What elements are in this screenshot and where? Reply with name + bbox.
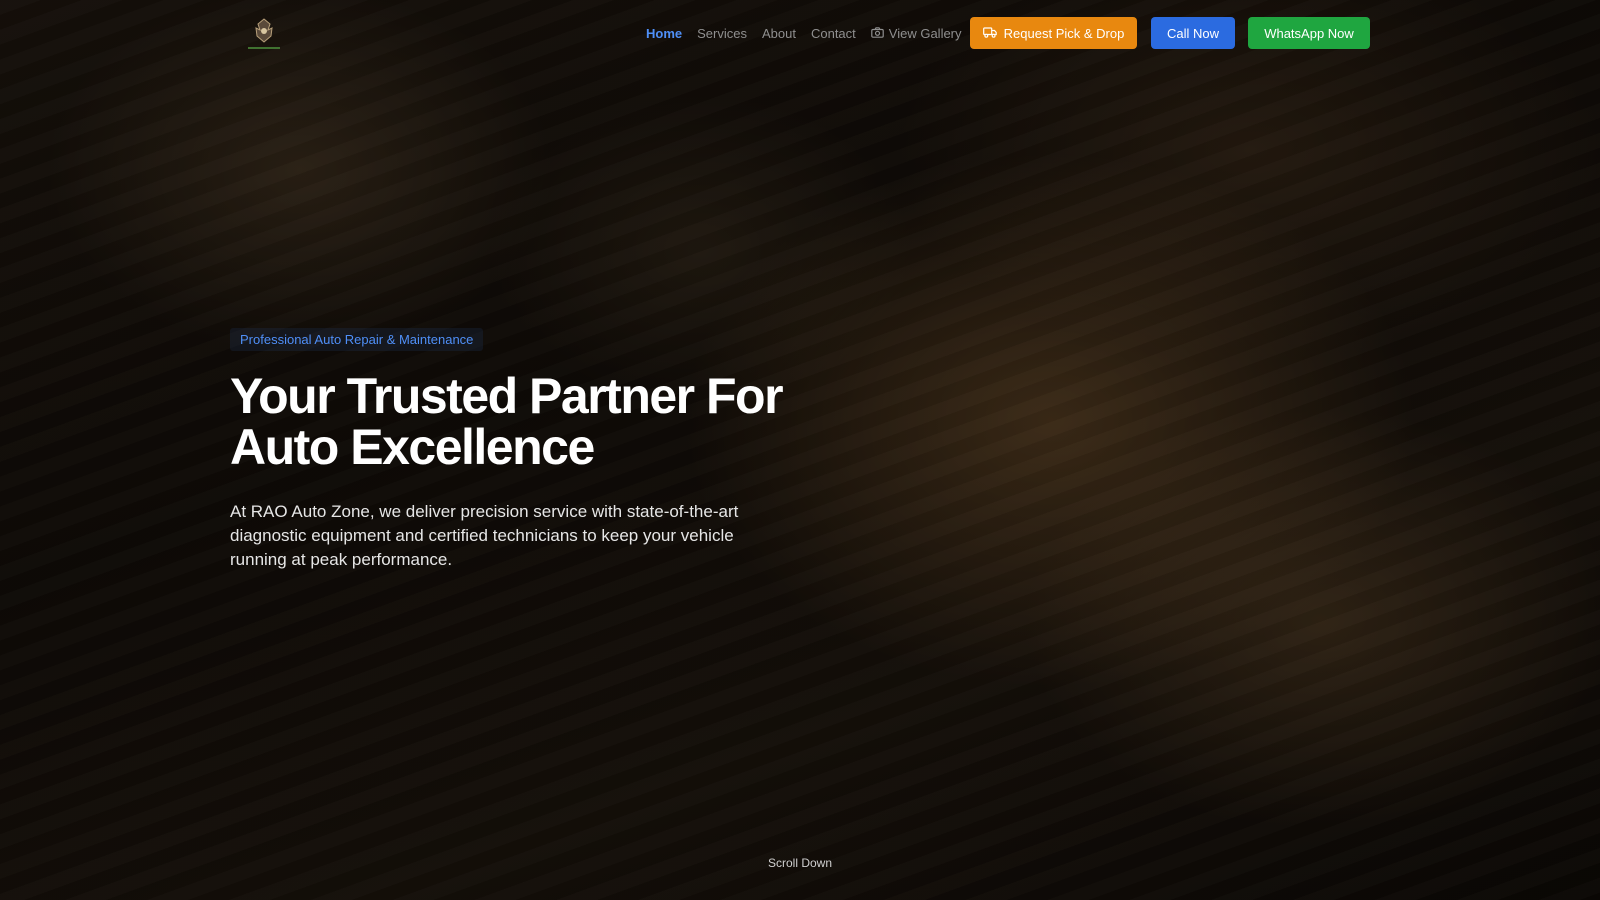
call-now-button[interactable]: Call Now bbox=[1151, 17, 1235, 49]
hero-title-line2: Auto Excellence bbox=[230, 419, 595, 475]
nav-home-link[interactable]: Home bbox=[646, 26, 682, 41]
camera-icon bbox=[870, 26, 884, 41]
whatsapp-now-button[interactable]: WhatsApp Now bbox=[1248, 17, 1370, 49]
nav-gallery-link[interactable]: View Gallery bbox=[870, 25, 962, 41]
nav-contact-link[interactable]: Contact bbox=[811, 26, 856, 41]
main-nav: Home Services About Contact View Gallery bbox=[646, 22, 962, 44]
truck-icon bbox=[982, 26, 997, 41]
nav-gallery-label: View Gallery bbox=[888, 25, 962, 41]
hero-section: Professional Auto Repair & Maintenance Y… bbox=[230, 328, 850, 572]
hero-description: At RAO Auto Zone, we deliver precision s… bbox=[230, 502, 739, 569]
crest-logo-icon[interactable] bbox=[242, 16, 286, 52]
hero-title: Your Trusted Partner For Auto Excellence bbox=[230, 371, 830, 473]
navbar: Home Services About Contact View Gallery bbox=[0, 0, 1600, 66]
nav-services-link[interactable]: Services bbox=[697, 26, 747, 41]
scroll-down-indicator[interactable]: Scroll Down bbox=[0, 856, 1600, 870]
request-pick-drop-label: Request Pick & Drop bbox=[1003, 25, 1125, 41]
request-pick-drop-button[interactable]: Request Pick & Drop bbox=[970, 17, 1137, 49]
nav-about-link[interactable]: About bbox=[762, 26, 796, 41]
hero-title-line1: Your Trusted Partner For bbox=[230, 368, 784, 424]
hero-tagline: Professional Auto Repair & Maintenance bbox=[230, 328, 484, 351]
